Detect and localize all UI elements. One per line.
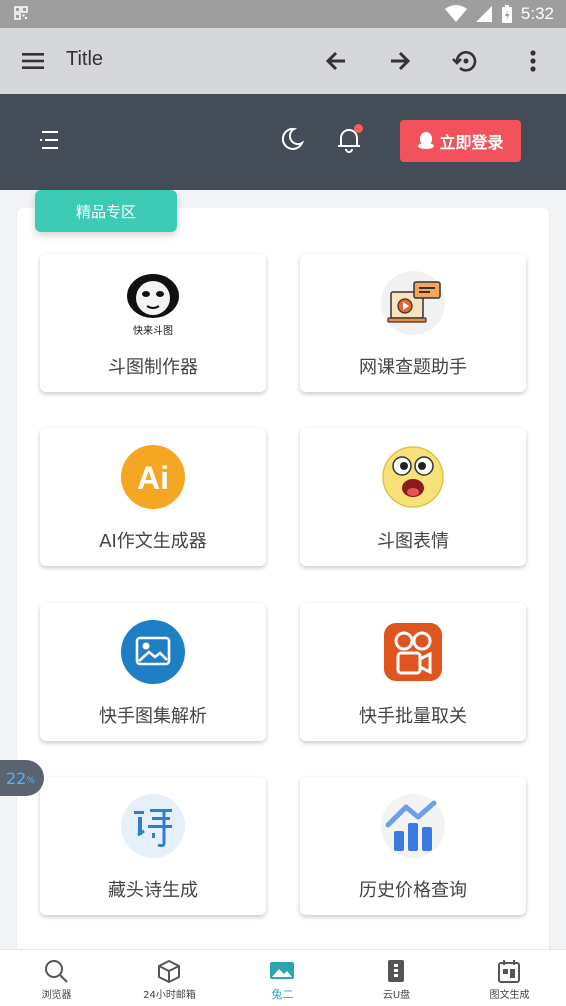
more-vert-icon[interactable] [518,46,548,76]
tool-card-price-history[interactable]: 历史价格查询 [300,777,526,915]
site-header: 立即登录 [0,94,566,190]
tool-card-doutu-maker[interactable]: 快来斗图 斗图制作器 [40,254,266,392]
login-button[interactable]: 立即登录 [400,120,521,162]
poem-icon [121,794,185,858]
nav-label: 24小时邮箱 [143,990,196,1001]
signal-icon [475,6,492,22]
svg-text:Ai: Ai [137,460,169,496]
box-icon [158,960,180,983]
tool-card-kuaishou-album[interactable]: 快手图集解析 [40,603,266,741]
bottom-nav: 浏览器 24小时邮箱 兔二 云U盘 图文生成 [0,949,566,1006]
history-icon[interactable] [451,46,481,76]
nav-item-cloud-usb[interactable]: 云U盘 [340,950,453,1006]
nav-item-image-text[interactable]: 图文生成 [453,950,566,1006]
tool-label: AI作文生成器 [99,531,207,552]
nav-item-tuer[interactable]: 兔二 [226,950,339,1006]
tool-label: 快手批量取关 [359,706,467,727]
app-bar: Title [0,28,566,94]
price-chart-icon [381,794,445,858]
kuaishou-icon [384,623,442,681]
clock: 5:32 [520,4,554,23]
tool-card-meme-emoji[interactable]: 斗图表情 [300,428,526,566]
nav-label: 浏览器 [41,990,72,1001]
ai-icon: Ai [121,445,185,509]
hamburger-menu-icon[interactable] [20,48,46,74]
dark-mode-moon-icon[interactable] [278,125,306,153]
panda-meme-caption: 快来斗图 [133,325,173,336]
qr-notification-icon [14,6,28,20]
floating-progress-unit: % [26,775,35,786]
wifi-icon [444,5,467,22]
usb-icon [388,960,404,982]
nav-item-browser[interactable]: 浏览器 [0,950,113,1006]
notification-dot [354,124,363,133]
forward-arrow-icon[interactable] [385,46,415,76]
qq-icon [418,132,435,149]
search-icon [45,960,68,983]
nav-label: 图文生成 [489,990,530,1001]
panda-meme-icon: 快来斗图 [127,274,179,336]
calendar-icon [498,960,520,983]
list-menu-icon[interactable] [38,128,62,152]
nav-item-mailbox[interactable]: 24小时邮箱 [113,950,226,1006]
status-bar: 5:32 [0,0,566,28]
image-icon [121,620,185,684]
section-badge: 精品专区 [35,190,177,232]
emoji-face-icon [382,446,444,508]
image-icon [270,962,294,979]
nav-label: 兔二 [271,988,294,1001]
tool-card-online-class[interactable]: 网课查题助手 [300,254,526,392]
tool-label: 藏头诗生成 [108,880,198,901]
tool-card-kuaishou-unfollow[interactable]: 快手批量取关 [300,603,526,741]
battery-icon [501,5,512,23]
back-arrow-icon[interactable] [321,46,351,76]
login-label: 立即登录 [439,133,504,152]
page-title: Title [66,48,104,70]
online-class-icon [381,271,445,335]
tool-card-ai-essay[interactable]: Ai AI作文生成器 [40,428,266,566]
tool-label: 斗图表情 [377,531,449,552]
floating-progress-badge[interactable]: 22% [0,760,44,796]
tool-label: 快手图集解析 [99,706,207,727]
floating-progress-value: 22 [6,768,27,788]
tool-label: 历史价格查询 [359,880,467,901]
nav-label: 云U盘 [382,990,411,1001]
tool-card-acrostic-poem[interactable]: 藏头诗生成 [40,777,266,915]
tool-label: 网课查题助手 [359,357,467,378]
tool-label: 斗图制作器 [108,357,198,378]
